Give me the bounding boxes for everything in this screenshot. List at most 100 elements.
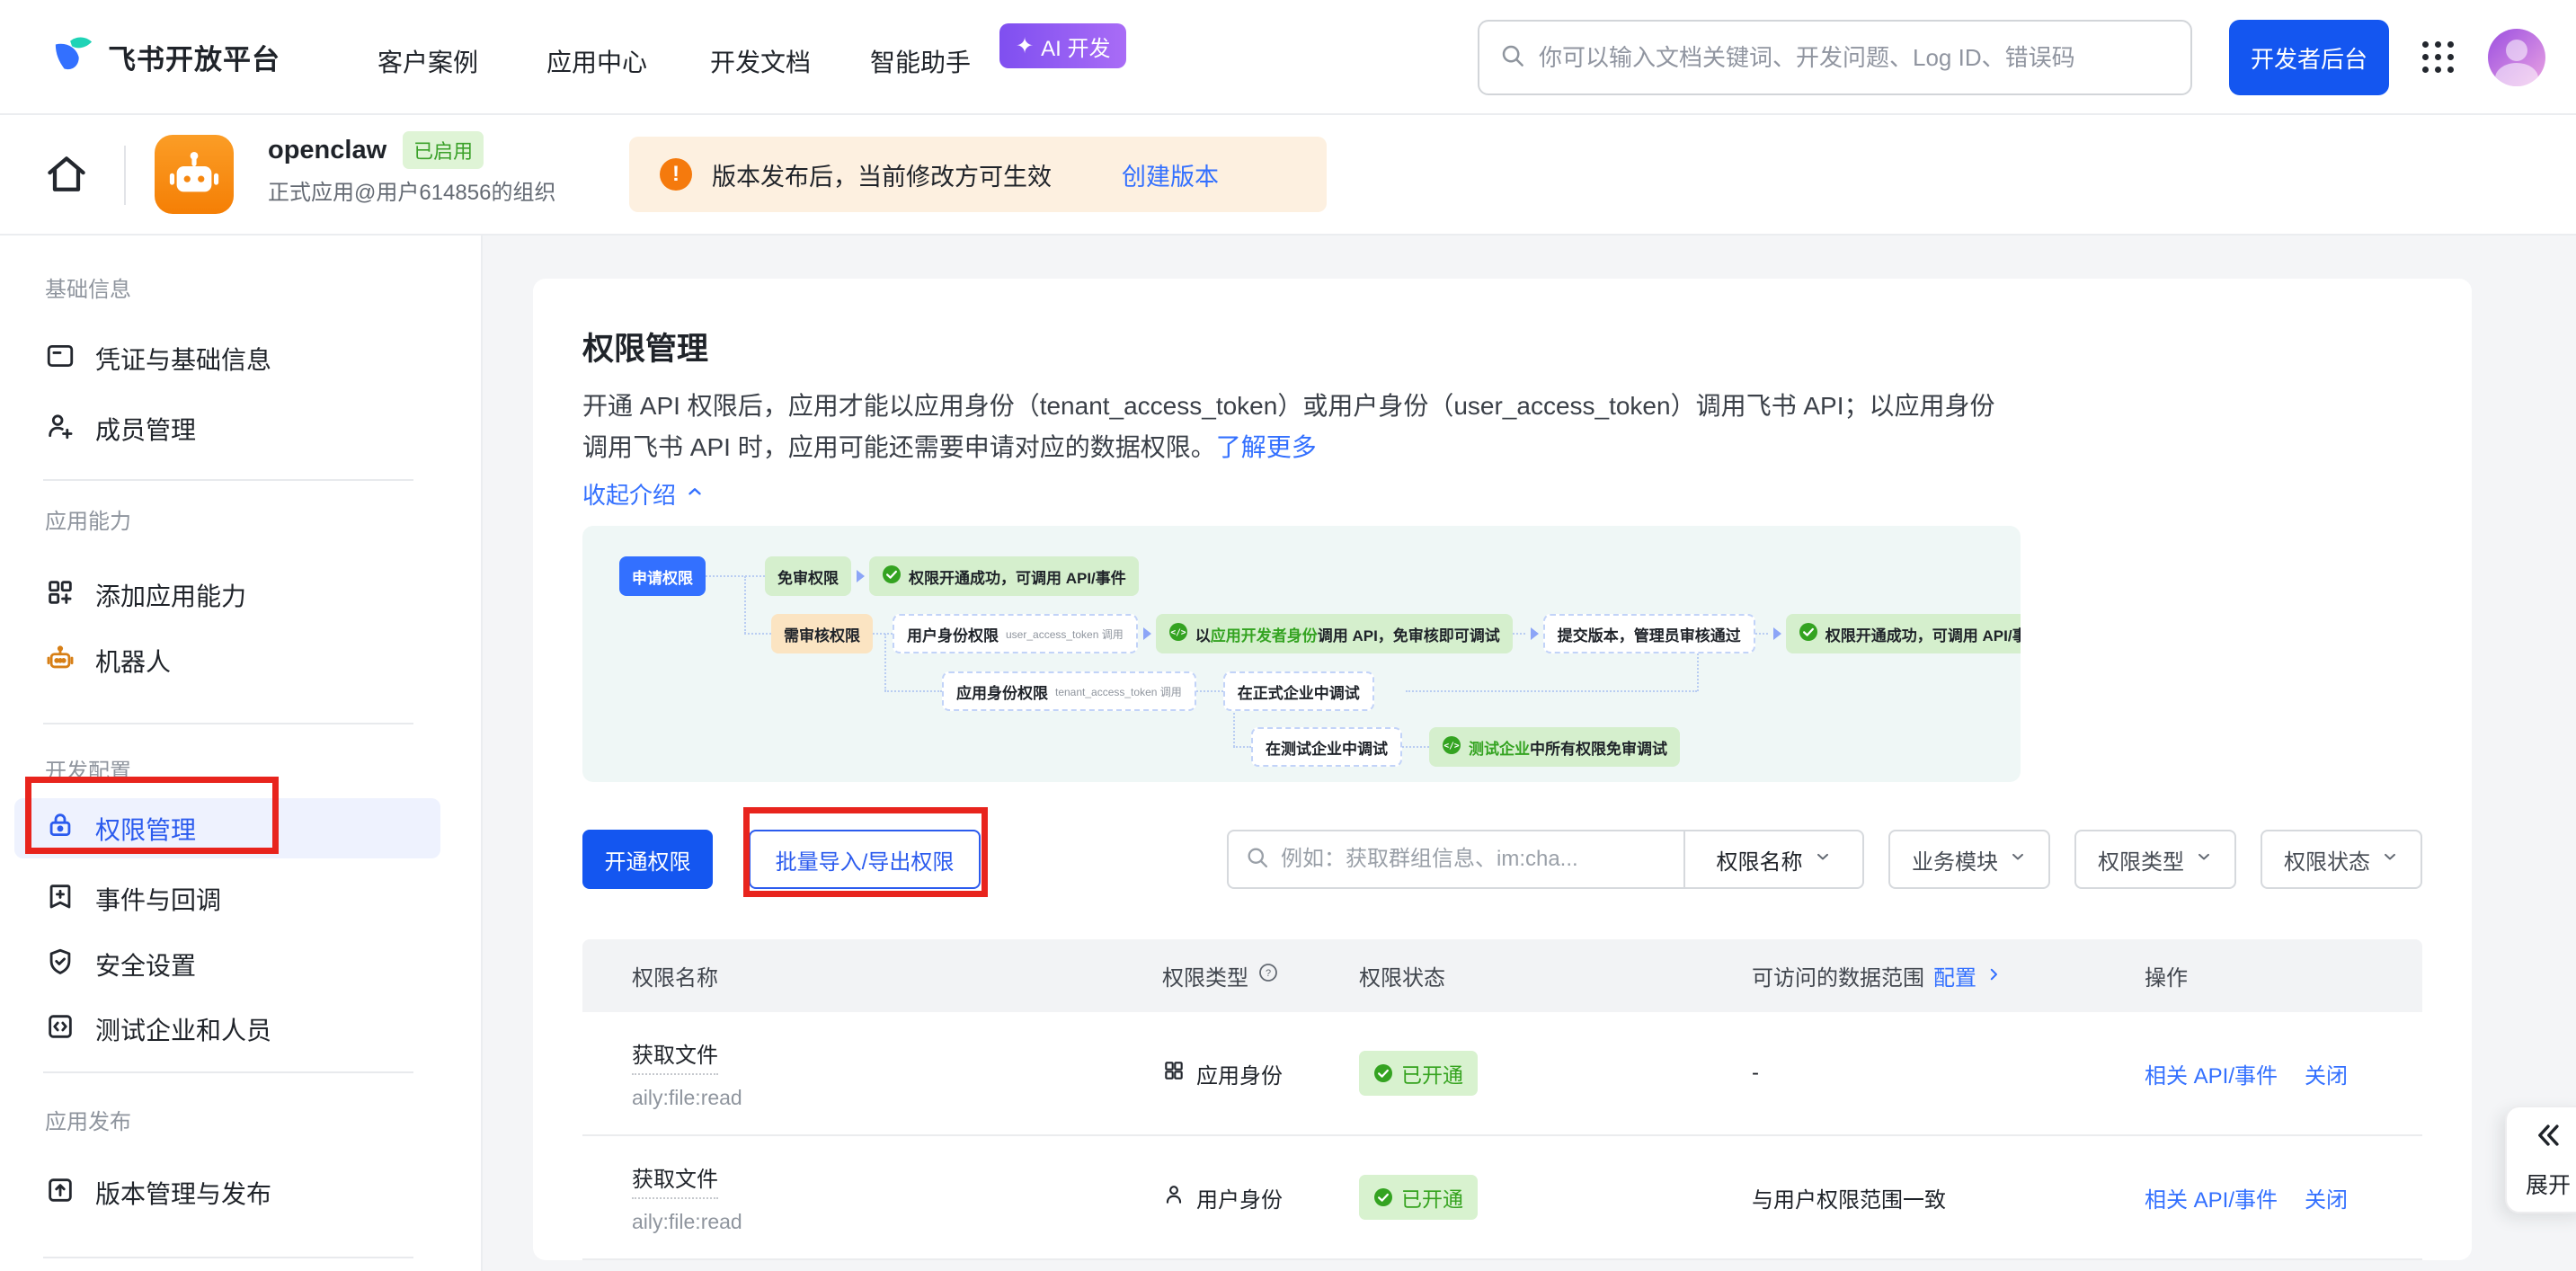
- table-header: 权限名称 权限类型 ? 权限状态 可访问的数据范围 配置 操作: [582, 939, 2422, 1012]
- permission-card: 权限管理 开通 API 权限后，应用才能以应用身份（tenant_access_…: [533, 279, 2472, 1260]
- related-api-link[interactable]: 相关 API/事件: [2145, 1182, 2278, 1213]
- flow-node-test-debug: 在测试企业中调试: [1251, 727, 1402, 767]
- app-title-row: openclaw 已启用: [268, 131, 484, 169]
- arrow-icon: [1768, 625, 1786, 643]
- divider: [43, 723, 413, 724]
- user-add-icon: [45, 411, 76, 448]
- svg-text:?: ?: [1266, 968, 1271, 979]
- sidebar-item-add-capability[interactable]: 添加应用能力: [14, 569, 440, 621]
- close-permission-link[interactable]: 关闭: [2305, 1058, 2348, 1089]
- permission-code: aily:file:read: [632, 1086, 1162, 1110]
- nav-item-docs[interactable]: 开发文档: [710, 43, 811, 79]
- section-label-capability: 应用能力: [45, 503, 131, 535]
- section-label-release: 应用发布: [45, 1104, 131, 1135]
- expand-panel-button[interactable]: 展开: [2505, 1106, 2576, 1213]
- toolbar: 开通权限 批量导入/导出权限 权限名称: [582, 830, 2422, 889]
- sidebar-item-version-release[interactable]: 版本管理与发布: [14, 1167, 440, 1219]
- permission-search[interactable]: [1229, 845, 1683, 875]
- apps-grid-icon[interactable]: [2422, 41, 2455, 74]
- divider: [124, 146, 126, 205]
- sidebar-item-permissions[interactable]: 权限管理: [14, 798, 440, 858]
- debug-circle-icon: </>: [1168, 622, 1188, 646]
- col-data-scope: 可访问的数据范围 配置: [1752, 960, 2145, 991]
- arrow-icon: [1138, 625, 1156, 643]
- permission-name[interactable]: 获取文件: [632, 1161, 718, 1199]
- close-permission-link[interactable]: 关闭: [2305, 1182, 2348, 1213]
- global-search-input[interactable]: [1539, 44, 2171, 72]
- sidebar-item-credentials[interactable]: 凭证与基础信息: [14, 333, 440, 385]
- status-badge: 已开通: [1359, 1175, 1478, 1220]
- sidebar-item-events[interactable]: 事件与回调: [14, 873, 440, 925]
- ai-dev-badge[interactable]: ✦ AI 开发: [999, 23, 1126, 68]
- search-icon: [1499, 42, 1526, 74]
- developer-console-button[interactable]: 开发者后台: [2229, 20, 2389, 95]
- brand-name: 飞书开放平台: [108, 37, 280, 77]
- status-badge: 已启用: [403, 131, 484, 169]
- home-icon[interactable]: [43, 151, 90, 202]
- nav-item-app-center[interactable]: 应用中心: [546, 43, 647, 79]
- filter-bar: 权限名称 业务模块 权限类型 权限状态: [1227, 830, 2422, 889]
- col-permission-name: 权限名称: [582, 960, 1162, 991]
- search-icon: [1245, 845, 1270, 875]
- flow-node-success-1: 权限开通成功，可调用 API/事件: [869, 556, 1139, 596]
- flow-node-need-review: 需审核权限: [771, 614, 873, 653]
- batch-import-export-button[interactable]: 批量导入/导出权限: [749, 830, 981, 889]
- data-scope: -: [1752, 1061, 2145, 1086]
- section-label-basic: 基础信息: [45, 271, 131, 303]
- feishu-logo-icon: [52, 34, 93, 80]
- chevron-right-icon: [1985, 964, 2002, 989]
- bookmark-add-icon: [45, 881, 76, 918]
- nav-item-cases[interactable]: 客户案例: [378, 43, 478, 79]
- permission-search-input[interactable]: [1281, 847, 1667, 872]
- flow-node-test-free: </> 测试企业中所有权限免审调试: [1429, 727, 1680, 767]
- brand[interactable]: 飞书开放平台: [52, 34, 280, 80]
- grid-add-icon: [45, 577, 76, 614]
- flow-node-success-2: 权限开通成功，可调用 API/事件: [1786, 614, 2021, 653]
- chevron-down-icon: [2381, 847, 2399, 872]
- related-api-link[interactable]: 相关 API/事件: [2145, 1058, 2278, 1089]
- collapse-intro-link[interactable]: 收起介绍: [582, 476, 2422, 511]
- permission-search-combo: 权限名称: [1227, 830, 1864, 889]
- flow-node-dev-call: </> 以应用开发者身份调用 API，免审核即可调试: [1156, 614, 1513, 653]
- sidebar-item-members[interactable]: 成员管理: [14, 403, 440, 455]
- question-circle-icon[interactable]: ?: [1257, 962, 1279, 990]
- col-permission-type: 权限类型 ?: [1162, 960, 1359, 991]
- banner-text: 版本发布后，当前修改方可生效: [712, 157, 1052, 192]
- sidebar-item-test-enterprise[interactable]: 测试企业和人员: [14, 1003, 440, 1055]
- chevron-down-icon: [1814, 847, 1832, 872]
- learn-more-link[interactable]: 了解更多: [1216, 433, 1317, 461]
- lock-icon: [45, 810, 76, 847]
- sidebar-item-bot[interactable]: 机器人: [14, 635, 440, 687]
- nav-item-assistant[interactable]: 智能助手: [870, 43, 971, 79]
- upload-square-icon: [45, 1175, 76, 1212]
- col-permission-status: 权限状态: [1359, 960, 1752, 991]
- robot-icon: [45, 643, 76, 680]
- app-name: openclaw: [268, 136, 386, 165]
- open-permission-button[interactable]: 开通权限: [582, 830, 713, 889]
- create-version-link[interactable]: 创建版本: [1122, 157, 1219, 192]
- permission-name[interactable]: 获取文件: [632, 1037, 718, 1075]
- app-bar: openclaw 已启用 正式应用@用户614856的组织 ! 版本发布后，当前…: [0, 115, 2576, 236]
- arrow-icon: [851, 567, 869, 585]
- scope-config-link[interactable]: 配置: [1933, 960, 1976, 991]
- sidebar-item-security[interactable]: 安全设置: [14, 938, 440, 991]
- sparkle-icon: ✦: [1016, 33, 1034, 59]
- app-icon[interactable]: [155, 135, 234, 214]
- flow-node-app-identity: 应用身份权限 tenant_access_token 调用: [942, 671, 1196, 711]
- top-nav: 飞书开放平台 客户案例 应用中心 开发文档 智能助手 ✦ AI 开发 开发者后台: [0, 0, 2576, 115]
- code-square-icon: [45, 1011, 76, 1048]
- content-area: 权限管理 开通 API 权限后，应用才能以应用身份（tenant_access_…: [483, 236, 2576, 1271]
- chevron-down-icon: [2009, 847, 2027, 872]
- col-actions: 操作: [2145, 960, 2422, 991]
- user-avatar[interactable]: [2488, 29, 2545, 86]
- select-permission-type[interactable]: 权限类型: [2074, 830, 2236, 889]
- permission-code: aily:file:read: [632, 1210, 1162, 1234]
- chevron-up-icon: [685, 480, 705, 508]
- data-scope: 与用户权限范围一致: [1752, 1182, 2145, 1213]
- select-business-module[interactable]: 业务模块: [1888, 830, 2050, 889]
- permission-type: 用户身份: [1162, 1182, 1359, 1213]
- global-search[interactable]: [1478, 20, 2192, 95]
- divider: [43, 479, 413, 481]
- select-permission-name[interactable]: 权限名称: [1685, 831, 1862, 887]
- select-permission-status[interactable]: 权限状态: [2261, 830, 2422, 889]
